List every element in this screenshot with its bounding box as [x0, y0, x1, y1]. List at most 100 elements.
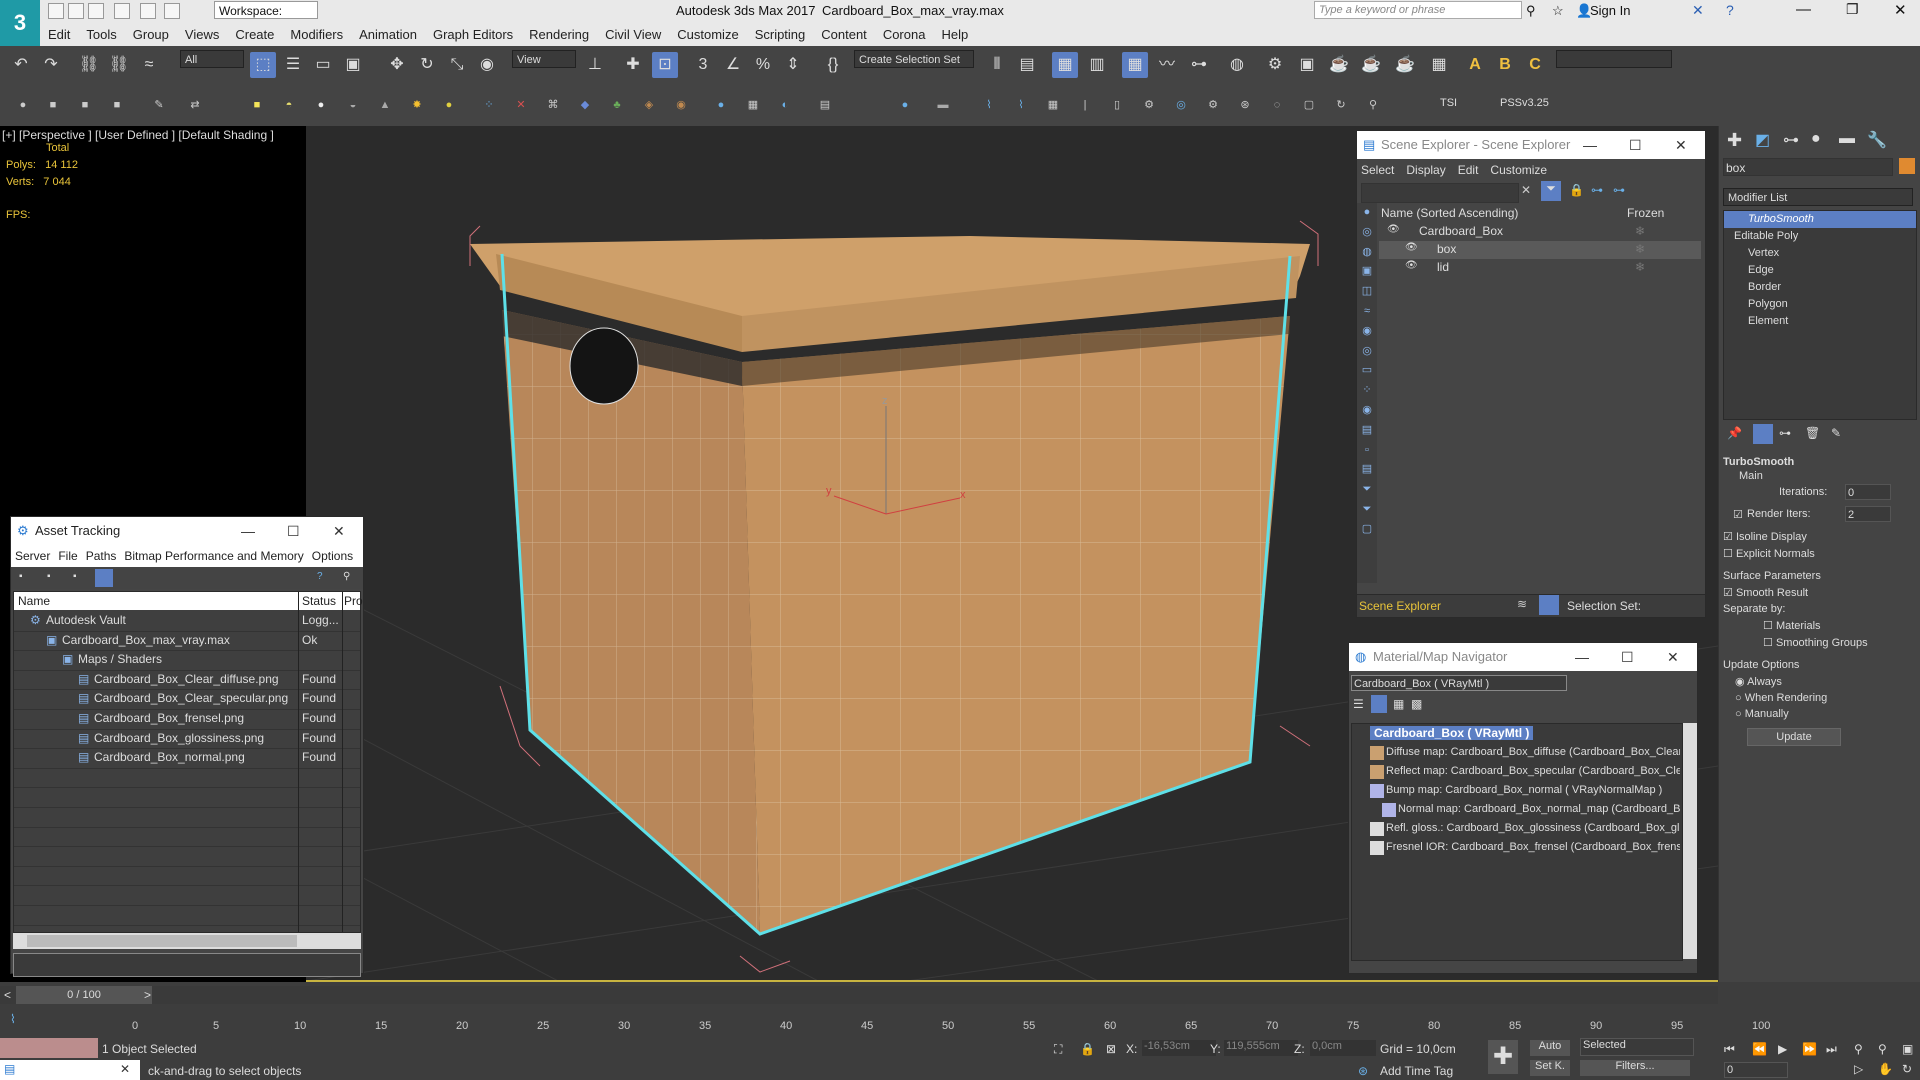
menu-item-corona[interactable]: Corona	[875, 22, 934, 42]
layers-icon[interactable]: ≋	[1517, 597, 1527, 611]
freeze-icon[interactable]: ❄	[1635, 224, 1645, 238]
auto-key-button[interactable]: Auto	[1530, 1040, 1570, 1056]
table-row[interactable]: ▣ Maps / Shaders	[14, 651, 360, 671]
hierarchy-icon[interactable]: ⊶	[1591, 183, 1603, 197]
grid-icon[interactable]: ▦	[744, 96, 762, 114]
render-activeshade-icon[interactable]: ☕	[1392, 52, 1418, 78]
next-key-icon[interactable]: ⏩	[1802, 1042, 1817, 1056]
modifier-stack-item[interactable]: Vertex	[1724, 245, 1916, 262]
visibility-eye-icon[interactable]: 👁	[1387, 224, 1400, 235]
at-tool-icon-4[interactable]	[95, 569, 113, 587]
frame-buffer-icon[interactable]: ▤	[816, 96, 834, 114]
maximize-icon[interactable]: ☐	[287, 517, 300, 545]
text-b-icon[interactable]: B	[1492, 52, 1518, 78]
menu-item-create[interactable]: Create	[227, 22, 282, 42]
menu-item-customize[interactable]: Customize	[669, 22, 746, 42]
save-file-icon[interactable]	[88, 3, 104, 19]
view-list-icon[interactable]: ☰	[1353, 697, 1364, 711]
isolate-icon[interactable]: ⛶	[1054, 1042, 1062, 1057]
show-end-result-icon[interactable]	[1753, 424, 1773, 444]
current-frame-field[interactable]: 0	[1724, 1062, 1788, 1078]
configure-sets-icon[interactable]: ✎	[1831, 426, 1841, 440]
iterations-spinner[interactable]: 0	[1845, 484, 1891, 500]
corona-icon-6[interactable]: |	[1076, 96, 1094, 114]
tsi-button[interactable]: TSI	[1440, 97, 1457, 109]
corona-icon-7[interactable]: ▯	[1108, 96, 1126, 114]
scene-explorer-titlebar[interactable]: ▤ Scene Explorer - Scene Explorer — ☐ ✕	[1357, 131, 1705, 159]
scene-tree-row[interactable]: 👁 Cardboard_Box ❄	[1379, 223, 1701, 241]
proxy-icon[interactable]: ✕	[512, 96, 530, 114]
prev-key-icon[interactable]: ⏪	[1752, 1042, 1767, 1056]
map-tree-item[interactable]: Normal map: Cardboard_Box_normal_map (Ca…	[1370, 801, 1680, 820]
unlink-icon[interactable]: ⛓	[106, 52, 132, 78]
close-icon[interactable]: ✕	[1667, 643, 1679, 671]
menu-item-group[interactable]: Group	[125, 22, 177, 42]
undo-icon[interactable]	[114, 3, 130, 19]
at-tool-icon-1[interactable]: ▪	[19, 571, 23, 582]
keyboard-shortcut-override-icon[interactable]: ⊡	[652, 52, 678, 78]
se-menu-customize[interactable]: Customize	[1490, 163, 1547, 177]
isoline-checkbox[interactable]: ☑	[1723, 531, 1733, 543]
minimize-icon[interactable]: —	[1583, 131, 1597, 159]
toolbar-icon-3[interactable]: ■	[76, 96, 94, 114]
pss-button[interactable]: PSSv3.25	[1500, 97, 1549, 109]
track-bar[interactable]: ⌇ 0 5 10 15 20 25 30 35 40 45 50 55 60 65 70 75 80 85 90 95…	[0, 1004, 1770, 1038]
open-file-icon[interactable]	[68, 3, 84, 19]
toggle-ribbon-icon[interactable]: ▦	[1122, 52, 1148, 78]
rendered-frame-window-icon[interactable]: ▣	[1294, 52, 1320, 78]
render-iterative-icon[interactable]: ☕	[1358, 52, 1384, 78]
pin-stack-icon[interactable]: 📌	[1727, 426, 1742, 440]
new-file-icon[interactable]	[48, 3, 64, 19]
sphere-light-icon[interactable]: ●	[312, 96, 330, 114]
se-menu-edit[interactable]: Edit	[1458, 163, 1479, 177]
utilities-tab-icon[interactable]: 🔧	[1867, 130, 1887, 150]
corona-icon-9[interactable]: ◎	[1172, 96, 1190, 114]
select-manipulate-icon[interactable]: ✚	[620, 52, 646, 78]
scatter-icon[interactable]: ⁘	[480, 96, 498, 114]
maximize-icon[interactable]: ☐	[1629, 131, 1642, 159]
asset-tracking-window[interactable]: ⚙ Asset Tracking — ☐ ✕ Server File Paths Bi…	[10, 516, 364, 977]
corona-icon-8[interactable]: ⚙	[1140, 96, 1158, 114]
mn-current-material-field[interactable]: Cardboard_Box ( VRayMtl )	[1351, 675, 1567, 691]
modifier-stack-item[interactable]: Edge	[1724, 262, 1916, 279]
modifier-stack-item[interactable]: Polygon	[1724, 296, 1916, 313]
filter-icon[interactable]: ⏷	[1541, 181, 1561, 201]
rotate-icon[interactable]: ↻	[414, 52, 440, 78]
snaps-toggle-icon[interactable]: 3	[690, 52, 716, 78]
at-horizontal-scrollbar[interactable]	[13, 933, 361, 949]
spinner-snap-icon[interactable]: ⇕	[780, 52, 806, 78]
prev-frame-icon[interactable]: <	[4, 988, 11, 1002]
curve-editor-icon[interactable]: 〰	[1154, 52, 1180, 78]
map-tree-item[interactable]: Diffuse map: Cardboard_Box_diffuse (Card…	[1370, 744, 1680, 763]
always-radio[interactable]: ◉	[1735, 676, 1745, 688]
maximize-icon[interactable]: ☐	[1621, 643, 1634, 671]
zoom-all-icon[interactable]: ⚲	[1878, 1042, 1887, 1056]
corona-icon-4[interactable]: ⌇	[1012, 96, 1030, 114]
object-color-swatch[interactable]	[1899, 158, 1915, 174]
help-icon[interactable]: ?	[1726, 2, 1734, 18]
schematic-view-icon[interactable]: ⊶	[1186, 52, 1212, 78]
toolbar-icon-4[interactable]: ■	[108, 96, 126, 114]
menu-item-animation[interactable]: Animation	[351, 22, 425, 42]
reference-coordinate-dropdown[interactable]: View	[512, 50, 576, 68]
project-folder-icon[interactable]	[164, 3, 180, 19]
modifier-list-dropdown[interactable]: Modifier List	[1723, 188, 1913, 206]
box-icon[interactable]: ◈	[640, 96, 658, 114]
at-path-field[interactable]	[13, 953, 361, 977]
corona-icon-3[interactable]: ⌇	[980, 96, 998, 114]
minimize-icon[interactable]: —	[1796, 1, 1811, 18]
toolbar-icon-6[interactable]: ⇄	[186, 96, 204, 114]
text-a-icon[interactable]: A	[1462, 52, 1488, 78]
corona-icon-13[interactable]: ▢	[1300, 96, 1318, 114]
at-menu-server[interactable]: Server	[15, 549, 50, 563]
at-menu-options[interactable]: Options	[312, 549, 353, 563]
app-logo[interactable]: 3	[0, 0, 40, 46]
at-col-name[interactable]: Name	[18, 594, 50, 608]
close-icon[interactable]: ✕	[333, 517, 345, 545]
hierarchy2-icon[interactable]: ⊶	[1613, 183, 1625, 197]
window-crossing-icon[interactable]: ▣	[340, 52, 366, 78]
menu-item-rendering[interactable]: Rendering	[521, 22, 597, 42]
next-frame-icon[interactable]: >	[144, 988, 151, 1002]
zoom-extents-icon[interactable]: ▣	[1902, 1042, 1913, 1056]
se-col-frozen[interactable]: Frozen	[1627, 206, 1664, 220]
